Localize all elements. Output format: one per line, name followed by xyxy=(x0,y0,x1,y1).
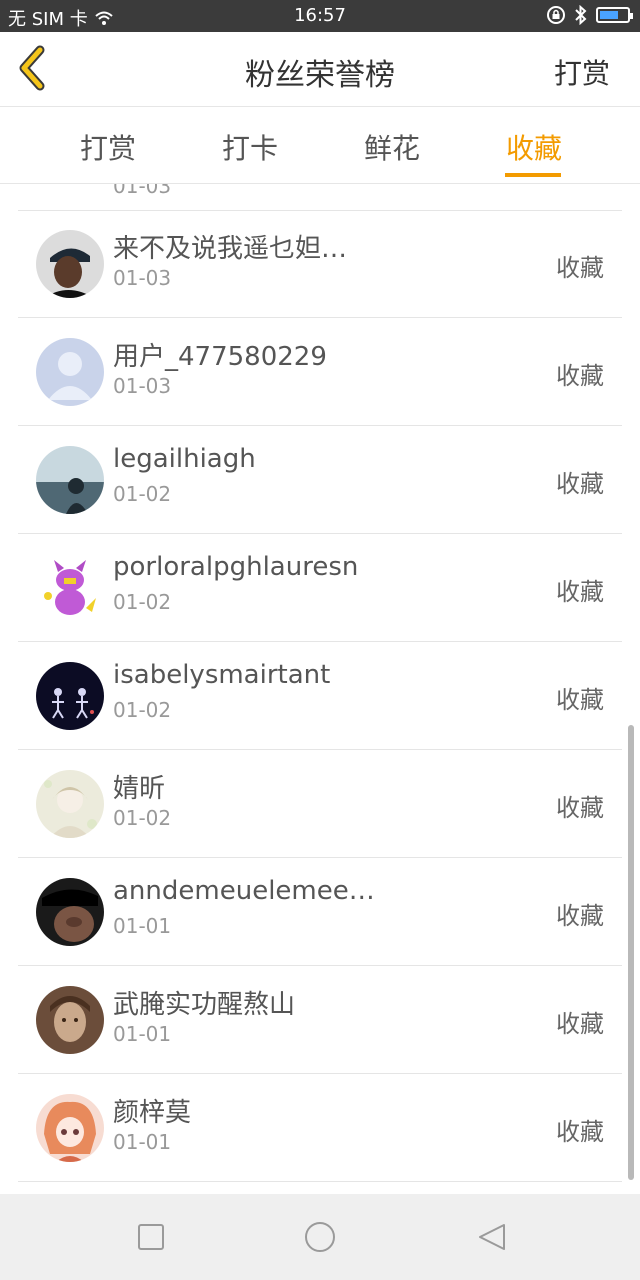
battery-icon xyxy=(596,7,633,23)
action-type: 收藏 xyxy=(556,1118,604,1146)
item-date: 01-03 xyxy=(113,184,172,198)
category-tabs: 打赏 打卡 鲜花 收藏 xyxy=(0,107,640,184)
scrollbar[interactable] xyxy=(628,725,634,1180)
item-date: 01-01 xyxy=(113,1022,172,1046)
tab-flowers[interactable]: 鲜花 xyxy=(364,127,420,167)
item-date: 01-01 xyxy=(113,1130,172,1154)
action-type: 收藏 xyxy=(556,362,604,390)
item-date: 01-01 xyxy=(113,914,172,938)
list-item[interactable]: 婧昕 01-02 收藏 xyxy=(18,750,622,858)
user-name: 婧昕 xyxy=(113,774,166,804)
user-name: anndemeuelemee… xyxy=(113,876,375,906)
avatar[interactable] xyxy=(36,554,104,622)
list-item[interactable]: anndemeuelemee… 01-01 收藏 xyxy=(18,858,622,966)
item-date: 01-03 xyxy=(113,374,172,398)
avatar[interactable] xyxy=(36,770,104,838)
home-button[interactable] xyxy=(304,1221,336,1253)
avatar[interactable] xyxy=(36,446,104,514)
status-bar: 无 SIM 卡 16:57 xyxy=(0,0,640,32)
tab-checkin[interactable]: 打卡 xyxy=(222,127,278,167)
action-type: 收藏 xyxy=(556,578,604,606)
item-date: 01-02 xyxy=(113,806,172,830)
action-type: 收藏 xyxy=(556,794,604,822)
page-title: 粉丝荣誉榜 xyxy=(245,58,395,93)
back-nav-button[interactable] xyxy=(476,1221,508,1253)
user-name: porloralpghlauresn xyxy=(113,552,359,582)
lock-rotation-icon xyxy=(547,6,565,24)
action-type: 收藏 xyxy=(556,1010,604,1038)
status-time: 16:57 xyxy=(294,5,346,26)
list-item[interactable]: isabelysmairtant 01-02 收藏 xyxy=(18,642,622,750)
avatar[interactable] xyxy=(36,878,104,946)
action-type: 收藏 xyxy=(556,902,604,930)
list-item[interactable]: 武腌实功醒熬山 01-01 收藏 xyxy=(18,966,622,1074)
list-item-partial[interactable]: 01-03 xyxy=(18,184,622,211)
recent-apps-button[interactable] xyxy=(135,1221,167,1253)
avatar[interactable] xyxy=(36,986,104,1054)
tab-favorites[interactable]: 收藏 xyxy=(506,127,562,167)
item-date: 01-02 xyxy=(113,482,172,506)
list-item[interactable]: legailhiagh 01-02 收藏 xyxy=(18,426,622,534)
item-date: 01-03 xyxy=(113,266,172,290)
list-item[interactable]: 颜梓莫 01-01 收藏 xyxy=(18,1074,622,1182)
user-name: 用户_477580229 xyxy=(113,342,327,372)
user-name: 颜梓莫 xyxy=(113,1098,192,1128)
nav-bar: 粉丝荣誉榜 打赏 xyxy=(0,32,640,107)
square-icon xyxy=(138,1224,164,1250)
item-date: 01-02 xyxy=(113,590,172,614)
list-item[interactable]: 来不及说我遥乜妲… 01-03 收藏 xyxy=(18,210,622,318)
system-nav-bar xyxy=(0,1194,640,1280)
action-type: 收藏 xyxy=(556,470,604,498)
status-right xyxy=(546,5,633,25)
action-type: 收藏 xyxy=(556,254,604,282)
avatar[interactable] xyxy=(36,1094,104,1162)
user-name: isabelysmairtant xyxy=(113,660,331,690)
avatar[interactable] xyxy=(36,662,104,730)
list-item[interactable]: 用户_477580229 01-03 收藏 xyxy=(18,318,622,426)
avatar[interactable] xyxy=(36,230,104,298)
reward-button[interactable]: 打赏 xyxy=(554,52,610,92)
fan-list[interactable]: 01-03 来不及说我遥乜妲… 01-03 收藏 用户_477580229 01… xyxy=(0,184,640,1194)
action-type: 收藏 xyxy=(556,686,604,714)
bluetooth-icon xyxy=(575,5,587,25)
item-date: 01-02 xyxy=(113,698,172,722)
avatar[interactable] xyxy=(36,338,104,406)
circle-icon xyxy=(305,1222,335,1252)
triangle-back-icon xyxy=(479,1224,505,1250)
user-name: legailhiagh xyxy=(113,444,256,474)
user-name: 武腌实功醒熬山 xyxy=(113,990,296,1020)
tab-reward[interactable]: 打赏 xyxy=(80,127,136,167)
active-tab-indicator xyxy=(505,173,561,177)
list-item[interactable]: porloralpghlauresn 01-02 收藏 xyxy=(18,534,622,642)
user-name: 来不及说我遥乜妲… xyxy=(113,234,348,264)
